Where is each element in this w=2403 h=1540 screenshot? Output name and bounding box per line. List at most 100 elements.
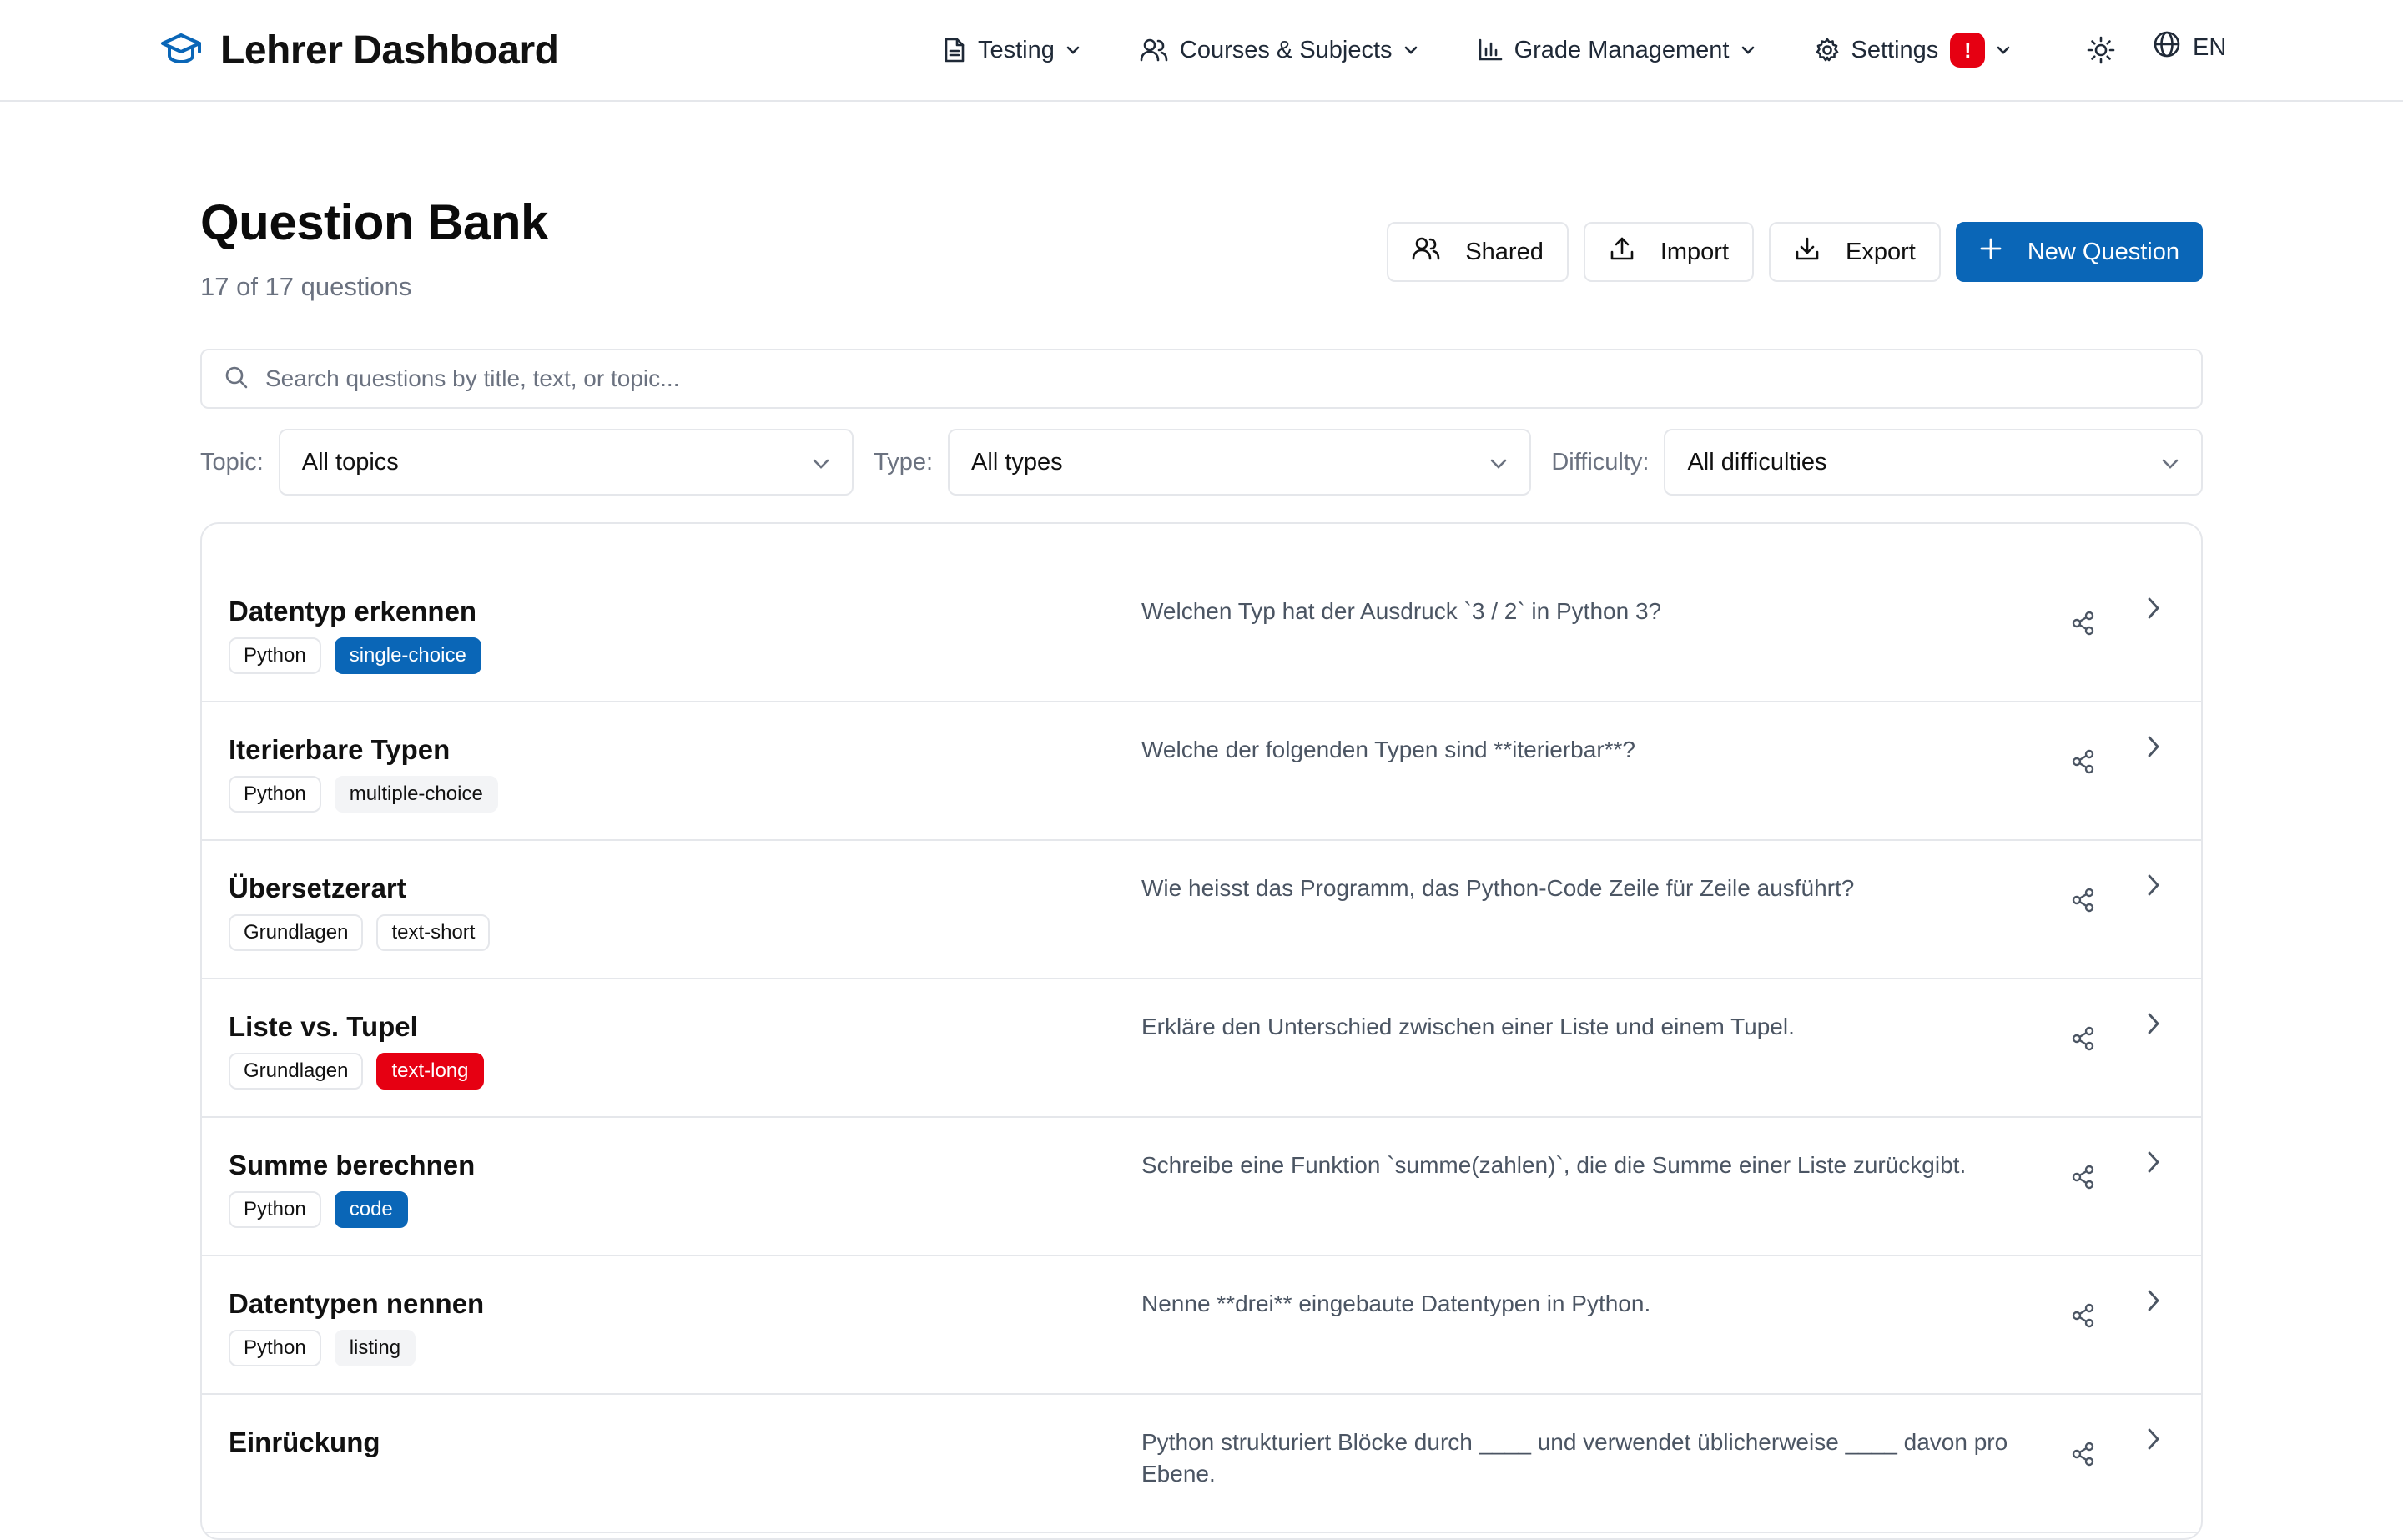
type-tag: single-choice [334, 637, 481, 674]
type-tag: code [334, 1191, 408, 1228]
question-title: Datentypen nennen [229, 1288, 485, 1319]
type-filter-label: Type: [874, 448, 934, 476]
import-button-label: Import [1660, 238, 1730, 265]
bar-chart-icon [1478, 38, 1503, 62]
share-icon [2071, 611, 2096, 639]
share-button[interactable] [2071, 888, 2096, 917]
topic-tag: Grundlagen [229, 1053, 364, 1090]
new-question-button[interactable]: New Question [1955, 222, 2203, 282]
nav-grade-management[interactable]: Grade Management [1478, 37, 1755, 64]
open-question-button[interactable] [2146, 1150, 2161, 1179]
share-button[interactable] [2071, 1026, 2096, 1055]
share-icon [2071, 1442, 2096, 1470]
chevron-right-icon [2146, 736, 2161, 762]
type-tag: text-long [376, 1053, 484, 1090]
share-button[interactable] [2071, 749, 2096, 778]
chevron-down-icon [1404, 46, 1418, 54]
plus-icon [1979, 237, 2002, 267]
question-row[interactable]: Liste vs. Tupel Grundlagen text-long Erk… [202, 979, 2201, 1118]
nav-testing[interactable]: Testing [943, 37, 1080, 64]
question-title: Summe berechnen [229, 1150, 476, 1180]
question-text: Python strukturiert Blöcke durch ____ un… [1141, 1429, 2008, 1487]
question-text: Wie heisst das Programm, das Python-Code… [1141, 875, 1855, 901]
shared-button[interactable]: Shared [1387, 222, 1569, 282]
search-input[interactable] [265, 365, 2179, 392]
chevron-right-icon [2146, 1290, 2161, 1316]
graduation-cap-icon [160, 32, 202, 69]
difficulty-select[interactable]: All difficulties [1664, 429, 2203, 496]
main-nav: Testing Courses & Subjects Grade Managem… [943, 23, 2010, 77]
chevron-down-icon [1489, 449, 1508, 476]
difficulty-select-value: All difficulties [1687, 448, 1827, 476]
open-question-button[interactable] [2146, 596, 2161, 625]
question-title: Übersetzerart [229, 873, 406, 903]
chevron-right-icon [2146, 1013, 2161, 1039]
open-question-button[interactable] [2146, 1427, 2161, 1456]
chevron-right-icon [2146, 597, 2161, 624]
search-bar [200, 349, 2203, 409]
question-title: Liste vs. Tupel [229, 1011, 418, 1042]
page-actions: Shared Import Export New Question [1387, 222, 2203, 282]
users-icon [1412, 236, 1440, 268]
open-question-button[interactable] [2146, 1011, 2161, 1040]
nav-settings[interactable]: Settings ! [1815, 33, 2011, 68]
open-question-button[interactable] [2146, 734, 2161, 763]
share-button[interactable] [2071, 1442, 2096, 1471]
type-tag: text-short [376, 914, 491, 951]
open-question-button[interactable] [2146, 1288, 2161, 1317]
question-row[interactable]: Iterierbare Typen Python multiple-choice… [202, 702, 2201, 841]
nav-grades-label: Grade Management [1514, 36, 1730, 63]
share-button[interactable] [2071, 1303, 2096, 1332]
import-button[interactable]: Import [1583, 222, 1755, 282]
nav-courses-label: Courses & Subjects [1179, 36, 1393, 63]
question-text: Nenne **drei** eingebaute Datentypen in … [1141, 1291, 1651, 1316]
question-tags: Python code [229, 1191, 408, 1228]
question-row[interactable]: Datentypen nennen Python listing Nenne *… [202, 1256, 2201, 1395]
document-icon [943, 38, 966, 63]
type-tag: multiple-choice [334, 776, 498, 813]
question-tags: Python listing [229, 1330, 416, 1366]
users-icon [1140, 38, 1168, 63]
export-button[interactable]: Export [1769, 222, 1941, 282]
language-label: EN [2193, 33, 2227, 61]
topic-select-value: All topics [301, 448, 399, 476]
chevron-right-icon [2146, 874, 2161, 901]
question-count: 17 of 17 questions [200, 272, 412, 301]
nav-courses-subjects[interactable]: Courses & Subjects [1140, 37, 1418, 64]
topic-tag: Python [229, 1330, 321, 1366]
type-tag: listing [334, 1330, 416, 1366]
theme-toggle[interactable] [2086, 35, 2116, 69]
question-tags: Grundlagen text-short [229, 914, 491, 951]
question-row[interactable]: Datentyp erkennen Python single-choice W… [202, 564, 2201, 702]
top-navigation-bar: Lehrer Dashboard Testing Courses & Subje… [0, 0, 2403, 102]
topic-select[interactable]: All topics [278, 429, 854, 496]
share-icon [2071, 888, 2096, 916]
chevron-down-icon [2161, 449, 2179, 476]
topic-tag: Python [229, 1191, 321, 1228]
chevron-down-icon [1066, 46, 1080, 54]
difficulty-filter-label: Difficulty: [1551, 448, 1650, 476]
export-button-label: Export [1846, 238, 1916, 265]
brand-title: Lehrer Dashboard [220, 28, 559, 73]
type-select-value: All types [971, 448, 1063, 476]
nav-settings-label: Settings [1851, 36, 1939, 63]
page-title: Question Bank [200, 194, 548, 250]
share-button[interactable] [2071, 611, 2096, 640]
topic-filter-label: Topic: [200, 448, 264, 476]
share-icon [2071, 1026, 2096, 1054]
type-select[interactable]: All types [948, 429, 1532, 496]
share-icon [2071, 1165, 2096, 1193]
question-text: Welchen Typ hat der Ausdruck `3 / 2` in … [1141, 598, 1662, 624]
open-question-button[interactable] [2146, 873, 2161, 902]
question-row[interactable]: Übersetzerart Grundlagen text-short Wie … [202, 841, 2201, 979]
new-question-button-label: New Question [2027, 238, 2179, 265]
language-switcher[interactable]: EN [2153, 30, 2226, 65]
question-row[interactable]: Einrückung Python strukturiert Blöcke du… [202, 1395, 2201, 1533]
share-button[interactable] [2071, 1165, 2096, 1194]
question-row[interactable]: Summe berechnen Python code Schreibe ein… [202, 1118, 2201, 1256]
shared-button-label: Shared [1465, 238, 1544, 265]
share-icon [2071, 749, 2096, 778]
download-icon [1794, 235, 1821, 269]
brand[interactable]: Lehrer Dashboard [160, 23, 559, 77]
upload-icon [1609, 235, 1635, 269]
